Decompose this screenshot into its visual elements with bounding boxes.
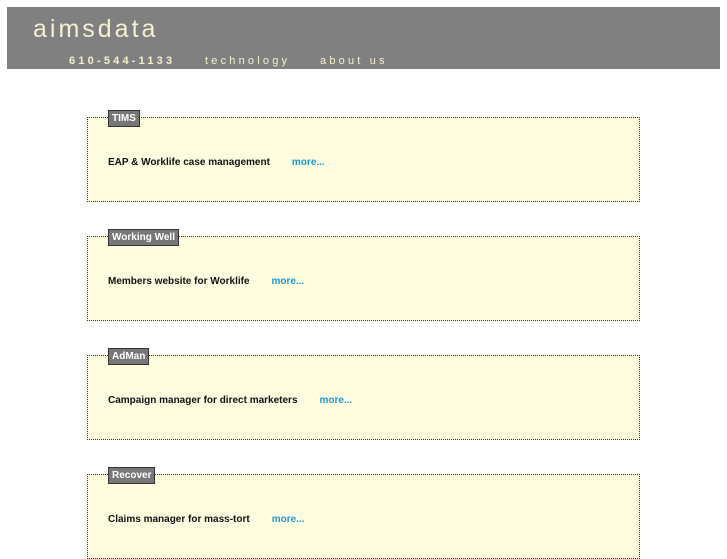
phone-number: 610-544-1133 (69, 55, 176, 67)
site-logo[interactable]: aimsdata (33, 15, 158, 44)
nav-technology[interactable]: technology (205, 55, 290, 67)
more-link[interactable]: more... (272, 514, 305, 525)
product-panel-recover: Recover Claims manager for mass-tort more… (87, 467, 640, 559)
product-description: Members website for Worklife (108, 276, 250, 287)
more-link[interactable]: more... (320, 395, 353, 406)
header-bar: aimsdata 610-544-1133 technology about u… (7, 7, 720, 69)
product-description: Claims manager for mass-tort (108, 514, 250, 525)
product-description: EAP & Worklife case management (108, 157, 270, 168)
product-title: Working Well (108, 229, 179, 246)
more-link[interactable]: more... (272, 276, 305, 287)
product-title: Recover (108, 467, 156, 484)
more-link[interactable]: more... (292, 157, 325, 168)
nav-about-us[interactable]: about us (320, 55, 388, 67)
product-panel-adman: AdMan Campaign manager for direct market… (87, 348, 640, 440)
product-description: Campaign manager for direct marketers (108, 395, 298, 406)
product-panel-working-well: Working Well Members website for Worklif… (87, 229, 640, 321)
product-panel-tims: TIMS EAP & Worklife case management more.… (87, 110, 640, 202)
product-title: AdMan (108, 348, 150, 365)
product-title: TIMS (108, 110, 140, 127)
